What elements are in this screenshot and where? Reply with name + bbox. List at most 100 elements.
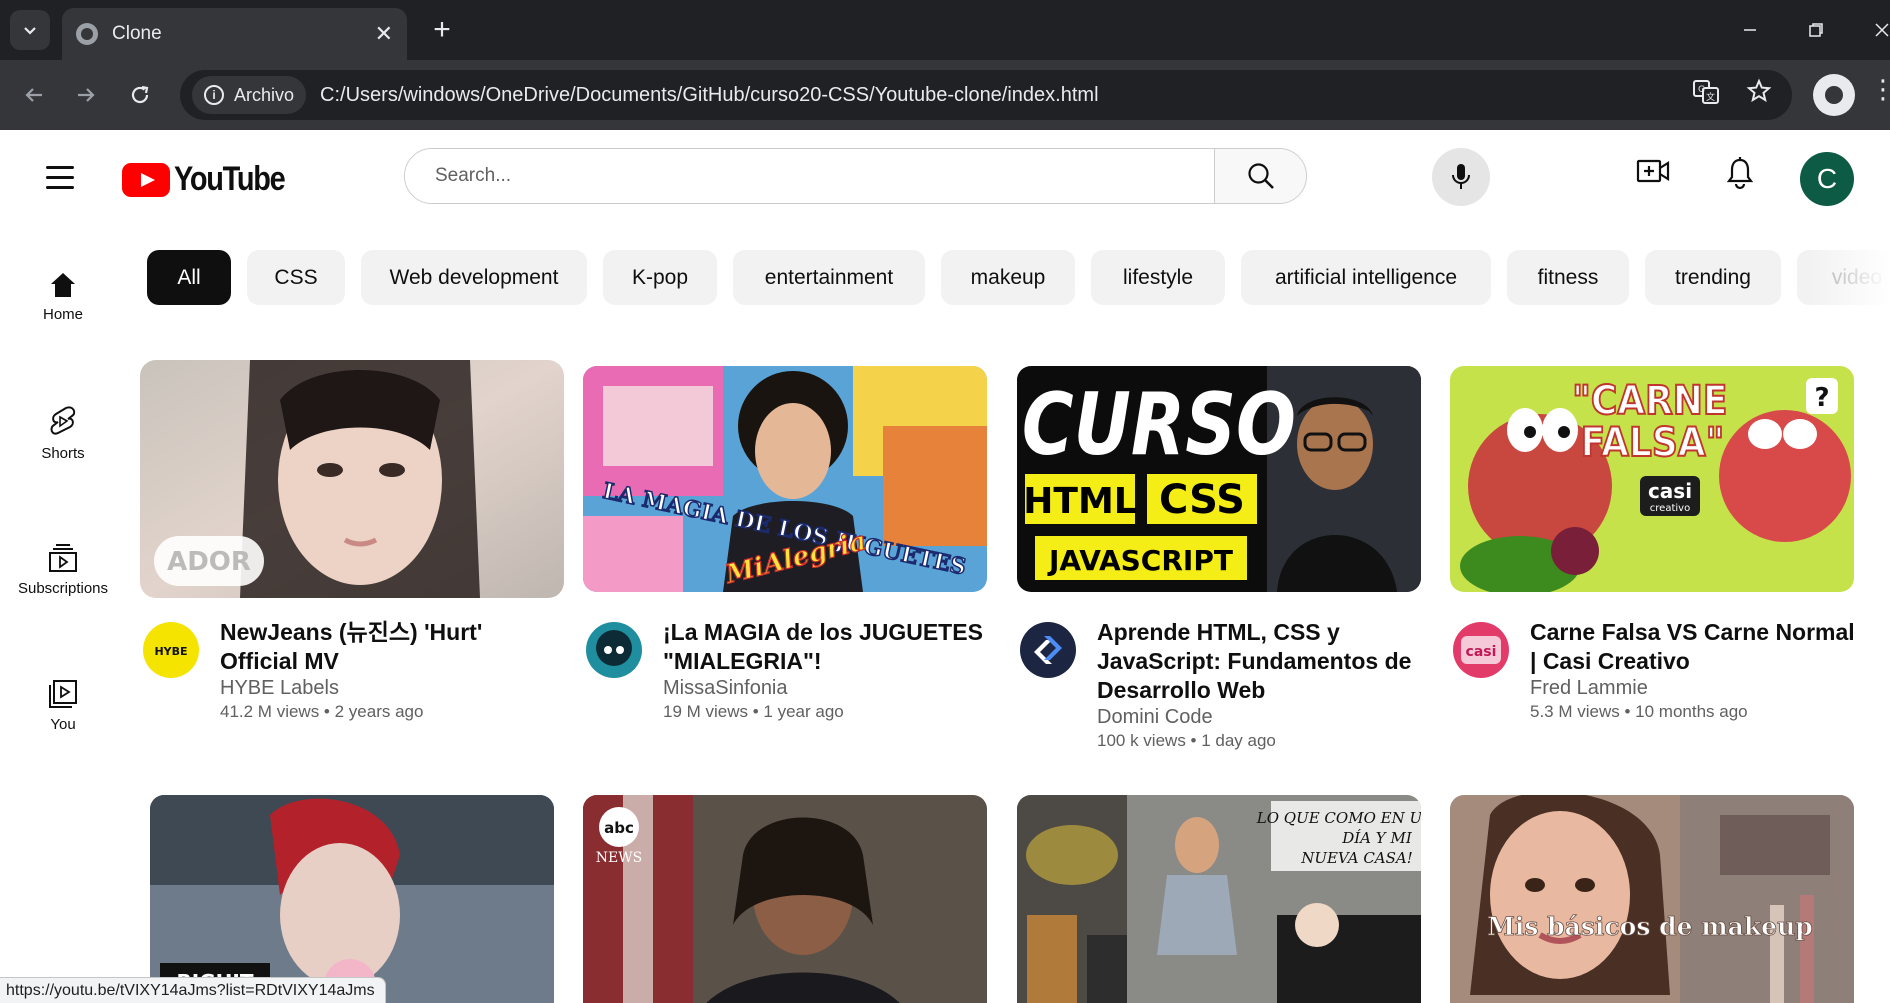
star-icon[interactable] (1746, 78, 1772, 104)
thumbnail-image: abc NEWS (583, 795, 987, 1003)
svg-text:CURSO: CURSO (1022, 374, 1296, 475)
video-title[interactable]: NewJeans (뉴진스) 'Hurt' Official MV (220, 619, 482, 674)
sidebar-item-label: Subscriptions (17, 580, 109, 597)
video-thumbnail[interactable]: Mis básicos de makeup (1450, 795, 1854, 1003)
svg-text:JAVASCRIPT: JAVASCRIPT (1047, 544, 1233, 577)
browser-profile-button[interactable] (1813, 74, 1855, 116)
chip-all[interactable]: All (147, 250, 231, 305)
svg-text:文: 文 (1706, 91, 1715, 103)
video-thumbnail[interactable]: ADOR (140, 360, 564, 598)
youtube-logo[interactable]: YouTube (122, 160, 304, 199)
minimize-button[interactable] (1730, 10, 1770, 50)
search-icon (1247, 163, 1274, 189)
svg-text:FALSA": FALSA" (1581, 419, 1725, 465)
browser-tab-active[interactable]: Clone ✕ (62, 8, 407, 60)
svg-text:DÍA Y MI: DÍA Y MI (1341, 829, 1413, 847)
svg-text:G: G (1698, 85, 1705, 95)
info-icon: i (204, 85, 224, 105)
youtube-play-icon (122, 162, 170, 197)
video-thumbnail[interactable]: CURSO HTML CSS JAVASCRIPT (1017, 366, 1421, 592)
url-text[interactable]: C:/Users/windows/OneDrive/Documents/GitH… (320, 84, 1099, 107)
chip-artificial-intelligence[interactable]: artificial intelligence (1241, 250, 1491, 305)
svg-text:casi: casi (1466, 644, 1497, 660)
svg-text:creativo: creativo (1650, 503, 1690, 514)
logo-text: YouTube (174, 160, 286, 198)
back-button[interactable] (14, 75, 54, 115)
menu-icon[interactable] (46, 166, 74, 196)
sidebar-item-home[interactable]: Home (0, 270, 126, 323)
shorts-icon (50, 406, 76, 435)
channel-avatar[interactable] (586, 622, 642, 678)
channel-avatar[interactable]: HYBE (143, 622, 199, 678)
tab-close-icon[interactable]: ✕ (375, 21, 393, 47)
chip-lifestyle[interactable]: lifestyle (1091, 250, 1225, 305)
sidebar-item-shorts[interactable]: Shorts (0, 405, 126, 462)
chip-css[interactable]: CSS (247, 250, 345, 305)
channel-name[interactable]: Fred Lammie (1530, 676, 1860, 701)
thumbnail-image: ADOR (140, 360, 564, 598)
channel-avatar[interactable]: casi (1453, 622, 1509, 678)
notifications-button[interactable] (1726, 156, 1754, 195)
restore-button[interactable] (1796, 10, 1836, 50)
thumbnail-image: LO QUE COMO EN UN DÍA Y MI NUEVA CASA! (1017, 795, 1421, 1003)
svg-text:ADOR: ADOR (167, 547, 251, 577)
video-stats: 100 k views • 1 day ago (1097, 731, 1276, 750)
globe-icon (76, 23, 98, 45)
new-tab-button[interactable]: + (424, 12, 460, 48)
chip-k-pop[interactable]: K-pop (603, 250, 717, 305)
sidebar-item-label: You (50, 716, 76, 733)
video-thumbnail[interactable]: LO QUE COMO EN UN DÍA Y MI NUEVA CASA! (1017, 795, 1421, 1003)
translate-icon[interactable]: 文G (1692, 78, 1720, 106)
person-icon (1825, 86, 1843, 104)
search-input[interactable] (405, 149, 1214, 203)
sidebar-item-you[interactable]: You (0, 678, 126, 733)
svg-text:LO QUE COMO EN UN: LO QUE COMO EN UN (1256, 809, 1421, 827)
video-title[interactable]: Carne Falsa VS Carne Normal | Casi Creat… (1530, 619, 1855, 674)
video-thumbnail[interactable]: abc NEWS (583, 795, 987, 1003)
chip-entertainment[interactable]: entertainment (733, 250, 925, 305)
close-window-button[interactable] (1862, 10, 1890, 50)
chip-trending[interactable]: trending (1645, 250, 1781, 305)
tab-search-button[interactable] (10, 10, 50, 50)
status-bar-url: https://youtu.be/tVIXY14aJms?list=RDtVIX… (0, 977, 386, 1003)
video-stats: 19 M views • 1 year ago (663, 702, 844, 721)
channel-name[interactable]: MissaSinfonia (663, 676, 993, 701)
channel-name[interactable]: Domini Code (1097, 705, 1427, 730)
video-title[interactable]: Aprende HTML, CSS y JavaScript: Fundamen… (1097, 619, 1411, 703)
you-icon (49, 680, 77, 708)
site-info-label: Archivo (234, 84, 295, 105)
video-thumbnail[interactable]: LA MAGIA DE LOS JUGUETES MiAlegria (583, 366, 987, 592)
sidebar-item-subscriptions[interactable]: Subscriptions (0, 542, 126, 597)
channel-name[interactable]: HYBE Labels (220, 676, 550, 701)
thumbnail-image: "CARNE FALSA" casi creativo ? (1450, 366, 1854, 592)
thumbnail-image: BIGHIT (150, 795, 554, 1003)
reload-button[interactable] (120, 75, 160, 115)
user-avatar[interactable]: C (1800, 152, 1854, 206)
chip-fitness[interactable]: fitness (1507, 250, 1629, 305)
chip-makeup[interactable]: makeup (941, 250, 1075, 305)
svg-text:HTML: HTML (1023, 481, 1136, 522)
voice-search-button[interactable] (1432, 148, 1490, 206)
category-chips-bar: All CSS Web development K-pop entertainm… (147, 250, 1890, 306)
video-thumbnail[interactable]: BIGHIT (150, 795, 554, 1003)
close-icon (1875, 23, 1889, 37)
search-button[interactable] (1214, 149, 1306, 203)
chips-fade-overlay (1810, 250, 1890, 306)
svg-text:casi: casi (1648, 479, 1692, 503)
browser-menu-icon[interactable]: ⋮ (1870, 74, 1890, 105)
thumbnail-image: LA MAGIA DE LOS JUGUETES MiAlegria (583, 366, 987, 592)
site-info-chip[interactable]: i Archivo (192, 76, 307, 114)
channel-avatar[interactable] (1020, 622, 1076, 678)
arrow-left-icon (25, 88, 42, 102)
browser-toolbar: i Archivo C:/Users/windows/OneDrive/Docu… (0, 60, 1890, 130)
chevron-down-icon (24, 27, 36, 35)
tab-title: Clone (112, 23, 162, 44)
forward-button[interactable] (66, 75, 106, 115)
chip-web-development[interactable]: Web development (361, 250, 587, 305)
video-title[interactable]: ¡La MAGIA de los JUGUETES "MIALEGRIA"! (663, 619, 983, 674)
thumbnail-image: Mis básicos de makeup (1450, 795, 1854, 1003)
create-video-button[interactable] (1636, 158, 1670, 189)
subscriptions-icon (49, 544, 77, 572)
address-bar[interactable]: i Archivo C:/Users/windows/OneDrive/Docu… (180, 70, 1792, 120)
video-thumbnail[interactable]: "CARNE FALSA" casi creativo ? (1450, 366, 1854, 592)
